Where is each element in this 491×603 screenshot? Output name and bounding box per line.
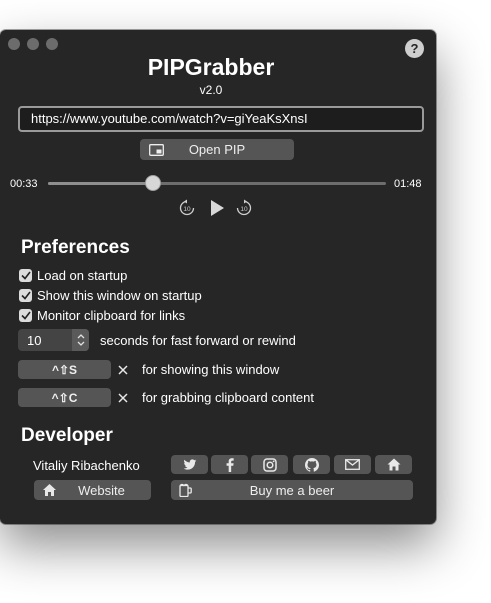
home-icon [387,458,400,471]
seek-slider-thumb[interactable] [144,175,161,191]
developer-heading: Developer [21,425,113,446]
facebook-button[interactable] [211,455,248,474]
seek-seconds-label: seconds for fast forward or rewind [100,333,296,348]
app-version: v2.0 [199,83,223,97]
mail-button[interactable] [334,455,371,474]
zoom-window-button[interactable] [46,38,58,50]
seek-seconds-value: 10 [27,332,42,348]
checkmark-icon [19,289,32,302]
app-title: PIPGrabber [147,54,275,80]
home-button[interactable] [375,455,412,474]
open-pip-button[interactable]: Open PIP [140,139,294,160]
instagram-button[interactable] [251,455,288,474]
total-duration: 01:48 [394,178,422,190]
open-pip-label: Open PIP [188,142,246,157]
elapsed-time: 00:33 [10,178,38,190]
seek-slider[interactable] [48,182,386,185]
svg-text:10: 10 [183,206,191,213]
home-icon [42,484,57,497]
seek-slider-fill [48,182,153,185]
play-icon [211,200,224,216]
show-window-shortcut-field[interactable]: ^⇧S [18,360,111,379]
website-label: Website [78,482,125,498]
rewind-10-icon: 10 [179,199,195,216]
monitor-clipboard-checkbox[interactable]: Monitor clipboard for links [19,308,185,323]
website-button[interactable]: Website [34,480,151,500]
forward-10-button[interactable]: 10 [234,198,254,218]
beer-label: Buy me a beer [249,482,335,498]
forward-10-icon: 10 [236,199,252,216]
developer-name: Vitaliy Ribachenko [33,458,140,473]
app-window: ? PIPGrabber v2.0 https://www.youtube.co… [0,30,436,524]
mail-icon [345,459,360,470]
twitter-icon [183,458,196,470]
github-icon [304,457,319,472]
clear-shortcut-icon[interactable] [114,360,132,379]
checkmark-icon [19,309,32,322]
stepper-arrows-icon[interactable] [72,329,89,351]
beer-mug-icon [179,483,192,497]
checkbox-label: Show this window on startup [37,288,202,303]
show-window-on-startup-checkbox[interactable]: Show this window on startup [19,288,202,303]
grab-clipboard-shortcut-field[interactable]: ^⇧C [18,388,111,407]
close-window-button[interactable] [8,38,20,50]
clear-shortcut-icon[interactable] [114,388,132,407]
minimize-window-button[interactable] [27,38,39,50]
play-button[interactable] [207,198,227,218]
checkmark-icon [19,269,32,282]
facebook-icon [226,457,234,472]
rewind-10-button[interactable]: 10 [177,198,197,218]
seek-seconds-stepper[interactable]: 10 [18,329,89,351]
instagram-icon [262,457,277,472]
pip-icon [149,143,164,156]
svg-text:10: 10 [240,206,248,213]
show-window-shortcut-label: for showing this window [142,362,280,377]
checkbox-label: Monitor clipboard for links [37,308,186,323]
preferences-heading: Preferences [21,237,130,258]
buy-me-a-beer-button[interactable]: Buy me a beer [171,480,413,500]
grab-clipboard-shortcut-label: for grabbing clipboard content [142,390,315,405]
checkbox-label: Load on startup [37,268,128,283]
load-on-startup-checkbox[interactable]: Load on startup [19,268,127,283]
url-input[interactable]: https://www.youtube.com/watch?v=giYeaKsX… [18,106,424,132]
github-button[interactable] [293,455,330,474]
twitter-button[interactable] [171,455,208,474]
